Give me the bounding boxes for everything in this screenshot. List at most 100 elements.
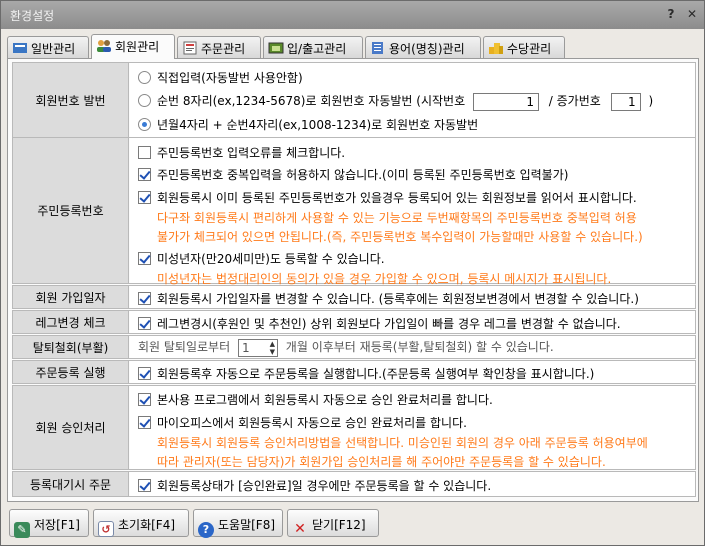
spinner-arrows-icon[interactable]: ▲ ▼ bbox=[270, 340, 275, 356]
check-minor[interactable]: 미성년자(만20세미만)도 등록할 수 있습니다. bbox=[138, 250, 385, 267]
section-label: 탈퇴철회(부활) bbox=[13, 336, 129, 358]
checkbox[interactable] bbox=[138, 479, 151, 492]
checkbox-label: 회원등록시 가입일자를 변경할 수 있습니다. (등록후에는 회원정보변경에서 … bbox=[157, 292, 639, 306]
checkbox[interactable] bbox=[138, 191, 151, 204]
help-button[interactable]: ? 도움말[F8] bbox=[193, 509, 283, 538]
section-body: 회원등록시 가입일자를 변경할 수 있습니다. (등록후에는 회원정보변경에서 … bbox=[130, 286, 695, 308]
ssn-section: 주민등록번호 주민등록번호 입력오류를 체크합니다. 주민등록번호 중복입력을 … bbox=[12, 137, 696, 286]
tab-label: 입/출고관리 bbox=[287, 42, 347, 56]
close-button[interactable]: ✕ 닫기[F12] bbox=[287, 509, 379, 537]
increment-input[interactable]: 1 bbox=[610, 92, 641, 111]
check-order-reg[interactable]: 회원등록후 자동으로 주문등록을 실행합니다.(주문등록 실행여부 확인창을 표… bbox=[138, 365, 594, 382]
ssn-load-note: 다구좌 회원등록시 편리하게 사용할 수 있는 기능으로 두번째항목의 주민등록… bbox=[157, 211, 637, 225]
checkbox[interactable] bbox=[138, 146, 151, 159]
check-ssn-load[interactable]: 회원등록시 이미 등록된 주민등록번호가 있을경우 등록되어 있는 회원정보를 … bbox=[138, 189, 637, 206]
checkbox-label: 본사용 프로그램에서 회원등록시 자동으로 승인 완료처리를 합니다. bbox=[157, 393, 493, 407]
radio-button[interactable] bbox=[138, 71, 151, 84]
radio-button[interactable] bbox=[138, 94, 151, 107]
join-date-section: 회원 가입일자 회원등록시 가입일자를 변경할 수 있습니다. (등록후에는 회… bbox=[12, 285, 696, 309]
radio-manual[interactable]: 직접입력(자동발번 사용안함) bbox=[138, 69, 303, 86]
start-number-input[interactable]: 1 bbox=[472, 92, 539, 111]
reset-icon: ↺ bbox=[98, 521, 114, 537]
section-body: 직접입력(자동발번 사용안함) 순번 8자리(ex,1234-5678)로 회원… bbox=[130, 63, 695, 137]
withdraw-prefix: 회원 탈퇴일로부터 bbox=[138, 340, 231, 354]
checkbox-label: 회원등록후 자동으로 주문등록을 실행합니다.(주문등록 실행여부 확인창을 표… bbox=[157, 367, 595, 381]
order-tab-icon bbox=[182, 41, 198, 55]
radio-yearmonth[interactable]: 년월4자리 + 순번4자리(ex,1008-1234)로 회원번호 자동발번 bbox=[138, 116, 478, 133]
tab-label: 수당관리 bbox=[507, 42, 552, 56]
button-label: 도움말[F8] bbox=[218, 518, 276, 532]
checkbox[interactable] bbox=[138, 292, 151, 305]
checkbox-label: 주민등록번호 입력오류를 체크합니다. bbox=[157, 146, 346, 160]
check-ssn-error[interactable]: 주민등록번호 입력오류를 체크합니다. bbox=[138, 144, 345, 161]
checkbox-label: 미성년자(만20세미만)도 등록할 수 있습니다. bbox=[157, 252, 385, 266]
check-leg-change[interactable]: 레그변경시(후원인 및 추천인) 상위 회원보다 가입일이 빠를 경우 레그를 … bbox=[138, 315, 621, 332]
close-icon: ✕ bbox=[294, 521, 306, 537]
member-settings-panel: 회원번호 발번 직접입력(자동발번 사용안함) 순번 8자리(ex,1234-5… bbox=[7, 58, 699, 502]
radio-label: 년월4자리 + 순번4자리(ex,1008-1234)로 회원번호 자동발번 bbox=[157, 118, 479, 132]
window-title: 환경설정 bbox=[10, 9, 55, 23]
check-waiting-order[interactable]: 회원등록상태가 [승인완료]일 경우에만 주문등록을 할 수 있습니다. bbox=[138, 477, 491, 494]
section-body: 회원 탈퇴일로부터 1 ▲ ▼ 개월 이후부터 재등록(부활,탈퇴철회) 할 수 있… bbox=[130, 336, 695, 358]
tab-general[interactable]: 일반관리 bbox=[7, 36, 89, 58]
inout-tab-icon bbox=[268, 41, 284, 55]
check-ssn-duplicate[interactable]: 주민등록번호 중복입력을 허용하지 않습니다.(이미 등록된 주민등록번호 입력… bbox=[138, 166, 568, 183]
withdraw-section: 탈퇴철회(부활) 회원 탈퇴일로부터 1 ▲ ▼ 개월 이후부터 재등록(부활,탈퇴… bbox=[12, 335, 696, 359]
section-label: 회원번호 발번 bbox=[13, 63, 129, 137]
radio-button[interactable] bbox=[138, 118, 151, 131]
tab-label: 일반관리 bbox=[31, 42, 76, 56]
tab-order[interactable]: 주문관리 bbox=[177, 36, 261, 58]
radio-label: 순번 8자리(ex,1234-5678)로 회원번호 자동발번 (시작번호 bbox=[157, 94, 466, 108]
waiting-order-section: 등록대기시 주문 회원등록상태가 [승인완료]일 경우에만 주문등록을 할 수 … bbox=[12, 471, 696, 497]
section-label: 회원 가입일자 bbox=[13, 286, 129, 308]
checkbox-label: 회원등록시 이미 등록된 주민등록번호가 있을경우 등록되어 있는 회원정보를 … bbox=[157, 191, 637, 205]
ssn-load-note-2: 불가가 체크되어 있으면 안됩니다.(즉, 주민등록번호 복수입력이 가능할때만… bbox=[157, 230, 643, 244]
title-bar: 환경설정 ? ✕ bbox=[1, 1, 704, 29]
checkbox-label: 회원등록상태가 [승인완료]일 경우에만 주문등록을 할 수 있습니다. bbox=[157, 479, 492, 493]
approval-note: 회원등록시 회원등록 승인처리방법을 선택합니다. 미승인된 회원의 경우 아래… bbox=[157, 436, 648, 450]
check-myoffice-approval[interactable]: 마이오피스에서 회원등록시 자동으로 승인 완료처리를 합니다. bbox=[138, 414, 467, 431]
check-hq-approval[interactable]: 본사용 프로그램에서 회원등록시 자동으로 승인 완료처리를 합니다. bbox=[138, 391, 493, 408]
check-join-date[interactable]: 회원등록시 가입일자를 변경할 수 있습니다. (등록후에는 회원정보변경에서 … bbox=[138, 290, 639, 307]
users-tab-icon bbox=[96, 39, 112, 53]
button-label: 저장[F1] bbox=[34, 518, 80, 532]
save-icon: ✎ bbox=[14, 522, 30, 538]
button-label: 초기화[F4] bbox=[118, 518, 176, 532]
checkbox-label: 마이오피스에서 회원등록시 자동으로 승인 완료처리를 합니다. bbox=[157, 416, 467, 430]
section-body: 주민등록번호 입력오류를 체크합니다. 주민등록번호 중복입력을 허용하지 않습… bbox=[130, 138, 695, 286]
tab-terms[interactable]: 용어(명칭)관리 bbox=[365, 36, 481, 58]
checkbox[interactable] bbox=[138, 393, 151, 406]
tab-inout[interactable]: 입/출고관리 bbox=[263, 36, 363, 58]
section-body: 회원등록후 자동으로 주문등록을 실행합니다.(주문등록 실행여부 확인창을 표… bbox=[130, 361, 695, 383]
checkbox[interactable] bbox=[138, 252, 151, 265]
tab-member[interactable]: 회원관리 bbox=[91, 34, 175, 59]
checkbox[interactable] bbox=[138, 416, 151, 429]
radio-sequential[interactable]: 순번 8자리(ex,1234-5678)로 회원번호 자동발번 (시작번호 1 … bbox=[138, 92, 653, 111]
section-label: 등록대기시 주문 bbox=[13, 472, 129, 496]
withdraw-suffix: 개월 이후부터 재등록(부활,탈퇴철회) 할 수 있습니다. bbox=[285, 340, 554, 354]
tab-commission[interactable]: 수당관리 bbox=[483, 36, 565, 58]
section-label: 주문등록 실행 bbox=[13, 361, 129, 383]
radio-label: 직접입력(자동발번 사용안함) bbox=[157, 71, 303, 85]
save-button[interactable]: ✎ 저장[F1] bbox=[9, 509, 89, 538]
tab-bar: 일반관리 회원관리 주문관리 입/출고관리 용어(명칭)관리 수당관리 bbox=[7, 34, 697, 59]
button-bar: ✎ 저장[F1] ↺ 초기화[F4] ? 도움말[F8] ✕ 닫기[F12] bbox=[7, 506, 699, 540]
help-icon: ? bbox=[198, 522, 214, 538]
months-spinner[interactable]: 1 ▲ ▼ bbox=[237, 338, 278, 357]
paren-close: ) bbox=[648, 94, 654, 108]
approval-section: 회원 승인처리 본사용 프로그램에서 회원등록시 자동으로 승인 완료처리를 합… bbox=[12, 385, 696, 470]
help-title-button[interactable]: ? bbox=[663, 6, 679, 22]
approval-note-2: 따라 관리자(또는 담당자)가 회원가입 승인처리를 해 주어야만 주문등록을 … bbox=[157, 455, 606, 469]
checkbox[interactable] bbox=[138, 317, 151, 330]
checkbox[interactable] bbox=[138, 367, 151, 380]
button-label: 닫기[F12] bbox=[312, 518, 366, 532]
leg-change-section: 레그변경 체크 레그변경시(후원인 및 추천인) 상위 회원보다 가입일이 빠를… bbox=[12, 310, 696, 334]
checkbox[interactable] bbox=[138, 168, 151, 181]
reset-button[interactable]: ↺ 초기화[F4] bbox=[93, 509, 189, 537]
section-label: 레그변경 체크 bbox=[13, 311, 129, 333]
order-reg-section: 주문등록 실행 회원등록후 자동으로 주문등록을 실행합니다.(주문등록 실행여… bbox=[12, 360, 696, 384]
coins-tab-icon bbox=[488, 41, 504, 55]
terms-tab-icon bbox=[370, 41, 386, 55]
section-label: 주민등록번호 bbox=[13, 138, 129, 283]
close-title-button[interactable]: ✕ bbox=[684, 6, 700, 22]
